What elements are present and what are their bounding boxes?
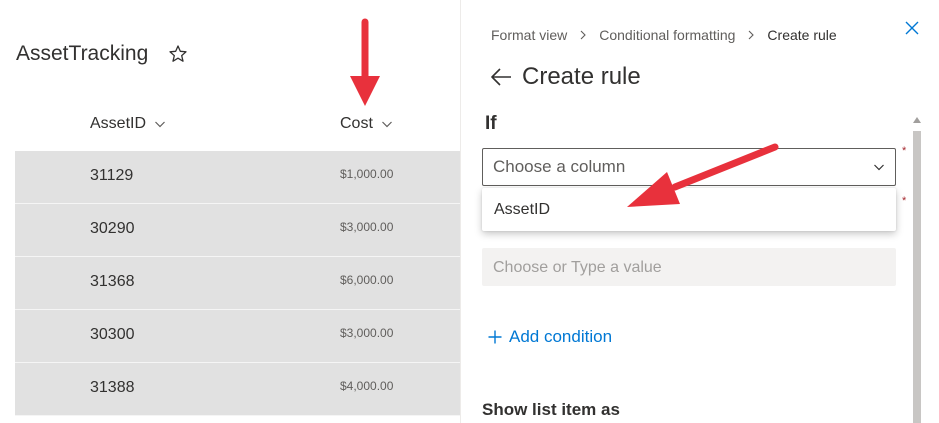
chevron-down-icon xyxy=(874,164,884,171)
column-header-assetid[interactable]: AssetID xyxy=(90,115,166,133)
arrow-left-icon[interactable] xyxy=(489,66,513,88)
star-icon[interactable] xyxy=(168,44,188,64)
cell-assetid: 30300 xyxy=(90,326,135,343)
scroll-up-icon[interactable] xyxy=(913,116,921,124)
table-row[interactable]: 30290 $3,000.00 xyxy=(15,204,460,257)
list-view: AssetTracking AssetID Cost 31129 $1,000.… xyxy=(0,0,460,423)
chevron-down-icon xyxy=(155,121,165,128)
chevron-down-icon xyxy=(381,121,392,128)
required-marker: * xyxy=(902,145,907,157)
panel-title: Create rule xyxy=(522,63,641,90)
cell-cost: $3,000.00 xyxy=(340,326,394,340)
breadcrumb: Format view Conditional formatting Creat… xyxy=(491,27,837,43)
list-title: AssetTracking xyxy=(16,42,149,65)
table-row[interactable]: 31129 $1,000.00 xyxy=(15,151,460,204)
breadcrumb-create-rule: Create rule xyxy=(767,27,837,43)
column-header-cost[interactable]: Cost xyxy=(340,115,393,133)
dropdown-placeholder: Choose a column xyxy=(493,157,626,176)
breadcrumb-format-view[interactable]: Format view xyxy=(491,27,567,43)
if-label: If xyxy=(485,113,497,134)
column-header-label: Cost xyxy=(340,115,373,132)
list-rows: 31129 $1,000.00 30290 $3,000.00 31368 $6… xyxy=(15,151,460,416)
cell-cost: $1,000.00 xyxy=(340,167,394,181)
screenshot-stage: AssetTracking AssetID Cost 31129 $1,000.… xyxy=(0,0,939,423)
column-header-label: AssetID xyxy=(90,115,147,132)
dropdown-option-assetid[interactable]: AssetID xyxy=(494,201,550,219)
chevron-right-icon xyxy=(749,30,755,40)
value-input-placeholder: Choose or Type a value xyxy=(493,259,662,276)
breadcrumb-conditional-formatting[interactable]: Conditional formatting xyxy=(599,27,735,43)
cell-assetid: 30290 xyxy=(90,220,135,237)
show-list-item-as-label: Show list item as xyxy=(482,400,620,419)
cell-assetid: 31388 xyxy=(90,379,135,396)
value-input[interactable]: Choose or Type a value xyxy=(482,248,896,286)
add-condition-button[interactable]: Add condition xyxy=(488,327,612,347)
panel-scrollbar[interactable] xyxy=(911,113,923,423)
column-dropdown-menu: AssetID xyxy=(482,188,896,231)
cell-cost: $4,000.00 xyxy=(340,379,394,393)
chevron-right-icon xyxy=(580,30,587,40)
cell-assetid: 31129 xyxy=(90,167,134,184)
create-rule-panel: Format view Conditional formatting Creat… xyxy=(460,0,939,423)
plus-icon xyxy=(488,330,502,344)
cell-assetid: 31368 xyxy=(90,273,135,290)
choose-column-dropdown[interactable]: Choose a column xyxy=(482,148,896,186)
scrollbar-thumb[interactable] xyxy=(913,131,921,423)
table-row[interactable]: 31388 $4,000.00 xyxy=(15,363,460,416)
table-row[interactable]: 30300 $3,000.00 xyxy=(15,310,460,363)
cell-cost: $3,000.00 xyxy=(340,220,394,234)
required-marker: * xyxy=(902,195,907,207)
table-row[interactable]: 31368 $6,000.00 xyxy=(15,257,460,310)
cell-cost: $6,000.00 xyxy=(340,273,394,287)
add-condition-label: Add condition xyxy=(509,327,613,346)
close-icon[interactable] xyxy=(903,19,921,37)
